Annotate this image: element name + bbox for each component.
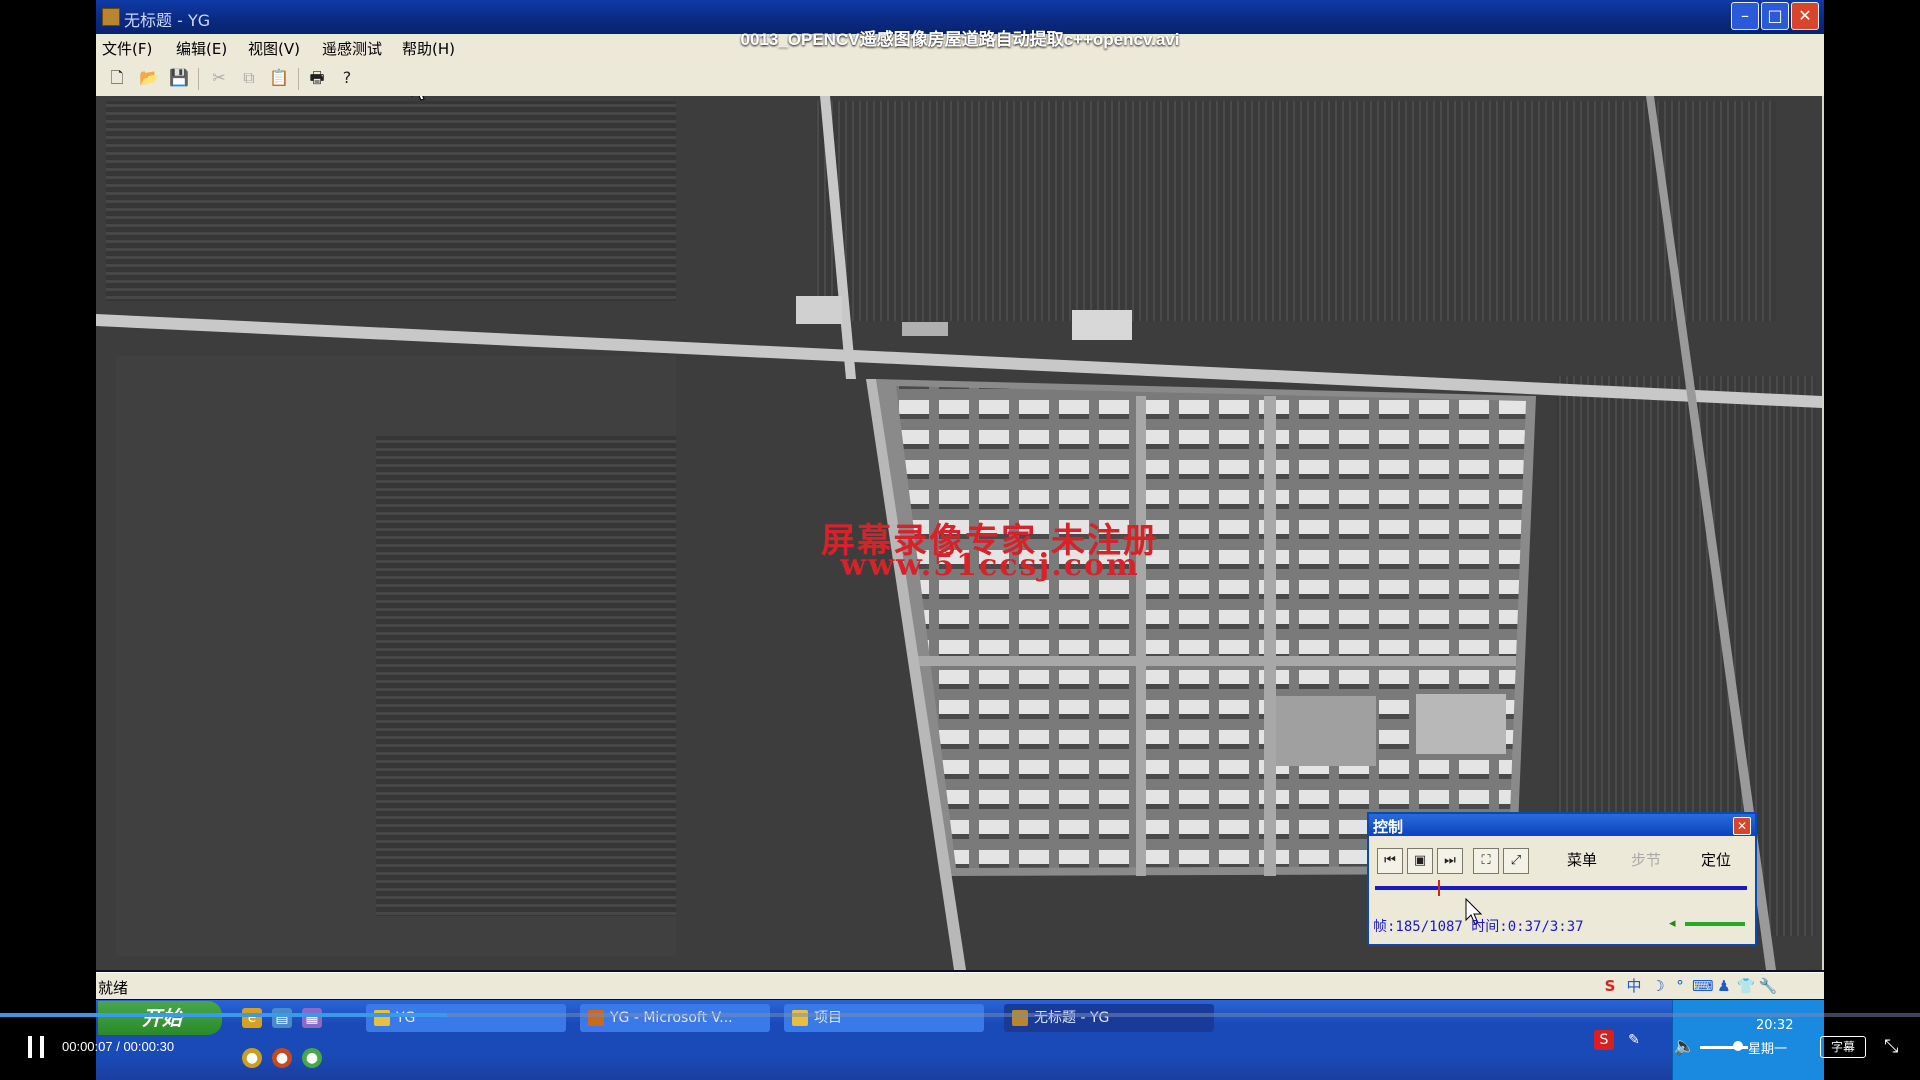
control-panel-title: 控制 (1373, 818, 1404, 836)
quicklaunch-ie-icon[interactable]: e (242, 1008, 262, 1028)
pen-tray-icon[interactable]: ✎ (1624, 1030, 1644, 1050)
save-icon[interactable]: 💾 (168, 67, 190, 89)
open-folder-icon[interactable]: 📂 (138, 67, 160, 89)
weekday: 星期一 (1748, 1042, 1788, 1057)
quicklaunch-media-icon[interactable]: ▦ (302, 1008, 322, 1028)
toolbar-separator (298, 68, 299, 90)
video-title: 0013_OPENCV遥感图像房屋道路自动提取c++opencv.avi (740, 30, 1180, 49)
help-icon[interactable]: ? (336, 67, 358, 89)
quicklaunch-explorer-icon[interactable]: ▤ (272, 1008, 292, 1028)
frame-time-status: 帧:185/1087 时间:0:37/3:37 (1373, 919, 1584, 935)
new-file-icon[interactable]: 🗋 (106, 67, 128, 89)
volume-icon[interactable]: 🔈 (1673, 1036, 1695, 1057)
video-player: 无标题 - YG – □ ✕ 文件(F) 编辑(E) 视图(V) 遥感测试 帮助… (0, 0, 1920, 1080)
ime-chinese-icon[interactable]: 中 (1624, 976, 1644, 996)
taskbar-item-yg-app[interactable]: 无标题 - YG (1004, 1004, 1214, 1032)
copy-icon[interactable]: ⧉ (238, 67, 260, 89)
fullscreen-icon[interactable]: ⤢ (1503, 848, 1529, 874)
video-time: 00:00:07 / 00:00:30 (62, 1039, 175, 1054)
start-label: 开始 (142, 1006, 182, 1030)
pause-icon[interactable] (28, 1036, 46, 1058)
skin-icon[interactable]: 👕 (1736, 976, 1756, 996)
sogou-ime-icon[interactable]: S (1600, 976, 1620, 996)
taskbar-item-visual-studio[interactable]: YG - Microsoft V... (580, 1004, 770, 1032)
control-close-icon[interactable]: ✕ (1733, 817, 1751, 835)
watermark-url: www.51ccsj.com (840, 548, 1140, 583)
subtitle-button[interactable]: 字幕 (1820, 1036, 1866, 1058)
tray-app-icon[interactable]: ● (242, 1048, 262, 1068)
recorded-desktop: 无标题 - YG – □ ✕ 文件(F) 编辑(E) 视图(V) 遥感测试 帮助… (96, 0, 1824, 1080)
keyboard-icon[interactable]: ⌨ (1692, 976, 1714, 996)
control-menu-button[interactable]: 菜单 (1567, 848, 1597, 872)
sogou-tray-icon[interactable]: S (1594, 1030, 1614, 1050)
user-icon[interactable]: ♟ (1714, 976, 1734, 996)
frame-first-icon[interactable]: ⏮ (1377, 848, 1403, 874)
ime-moon-icon[interactable]: ☽ (1648, 976, 1668, 996)
playback-position-marker[interactable] (1438, 880, 1441, 896)
tray-app-icon[interactable]: ● (272, 1048, 292, 1068)
exit-fullscreen-icon[interactable]: ⤡ (1884, 1036, 1898, 1057)
control-panel-header[interactable]: 控制 ✕ (1369, 814, 1755, 836)
start-button[interactable]: 开始 (98, 1001, 222, 1035)
control-locate-button[interactable]: 定位 (1701, 848, 1731, 872)
app-icon (102, 8, 120, 26)
frame-next-icon[interactable]: ⏭ (1437, 848, 1463, 874)
taskbar: 开始 e ▤ ▦ YG YG - Microsoft V... 项目 无标题 -… (96, 1000, 1824, 1080)
status-text: 就绪 (98, 979, 129, 997)
fit-window-icon[interactable]: ⛶ (1473, 848, 1499, 874)
settings-wrench-icon[interactable]: 🔧 (1758, 976, 1778, 996)
frame-play-icon[interactable]: ▣ (1407, 848, 1433, 874)
taskbar-item-project-folder[interactable]: 项目 (784, 1004, 984, 1032)
speaker-icon[interactable]: ◂ (1669, 916, 1676, 931)
playback-slider[interactable] (1375, 886, 1747, 890)
mouse-cursor-icon (411, 96, 425, 101)
print-icon[interactable]: 🖶 (306, 67, 328, 89)
video-progress-fill (0, 1013, 448, 1017)
tray-app-icon[interactable]: ● (302, 1048, 322, 1068)
toolbar-separator (198, 68, 199, 90)
control-volume-slider[interactable] (1685, 922, 1745, 926)
statusbar: 就绪 S 中 ☽ ° ⌨ ♟ 👕 🔧 (96, 972, 1824, 999)
cut-icon[interactable]: ✂ (208, 67, 230, 89)
control-step-button[interactable]: 步节 (1631, 848, 1661, 872)
control-panel: 控制 ✕ ⏮ ▣ ⏭ ⛶ ⤢ 菜单 步节 定位 帧:185/1087 时间:0:… (1367, 812, 1757, 946)
paste-icon[interactable]: 📋 (268, 67, 290, 89)
ime-punctuation-icon[interactable]: ° (1670, 976, 1690, 996)
clock[interactable]: 20:32 (1756, 1018, 1793, 1033)
image-view[interactable]: 屏幕录像专家 未注册 www.51ccsj.com 控制 ✕ ⏮ ▣ ⏭ ⛶ ⤢… (96, 96, 1824, 970)
toolbar: 🗋 📂 💾 ✂ ⧉ 📋 🖶 ? (96, 62, 1824, 98)
taskbar-item-yg-folder[interactable]: YG (366, 1004, 566, 1032)
